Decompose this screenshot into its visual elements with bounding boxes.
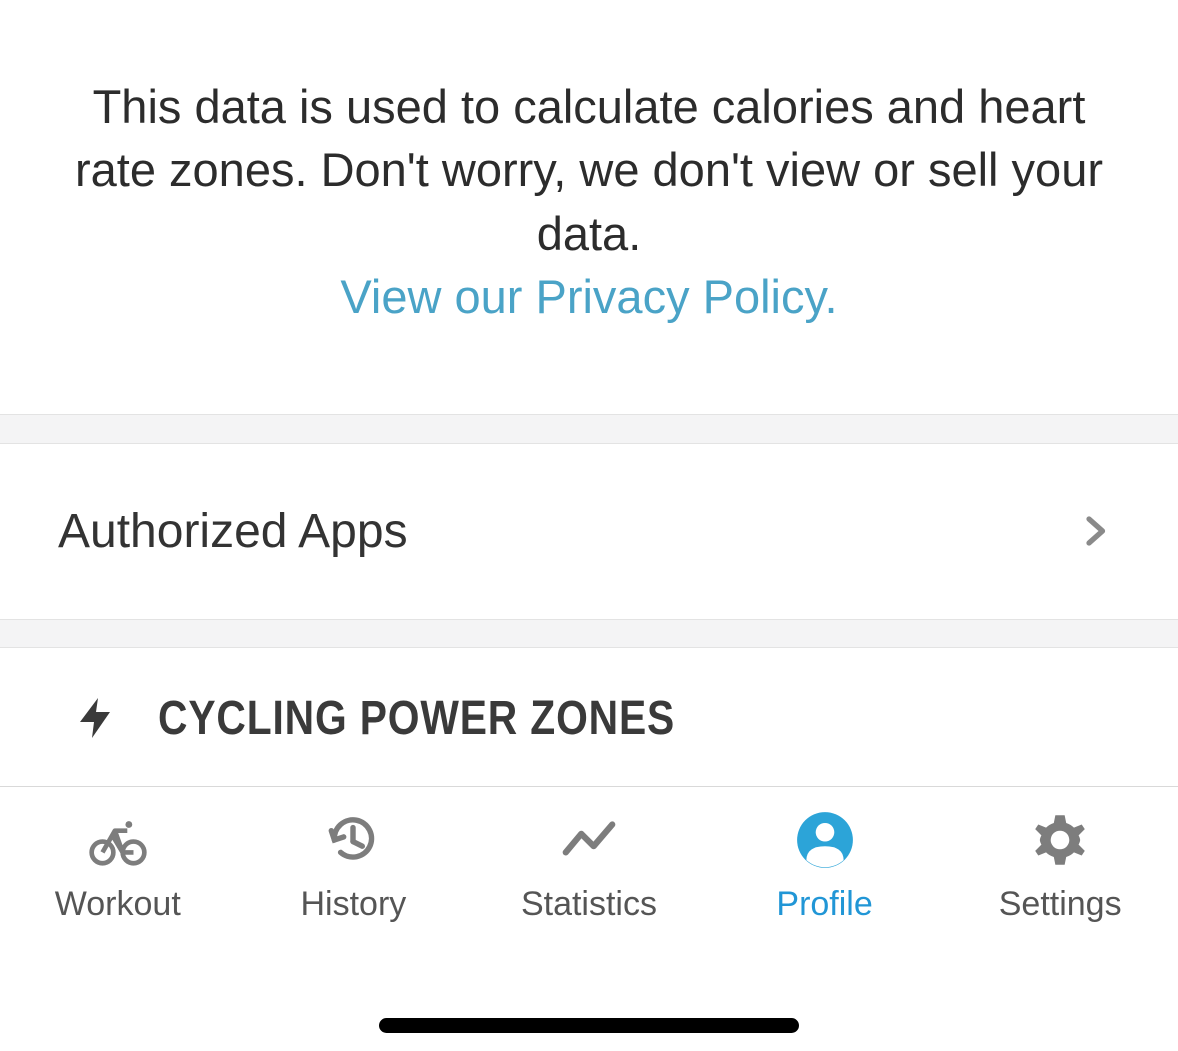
chevron-right-icon (1077, 513, 1113, 549)
lightning-bolt-icon (72, 690, 120, 746)
privacy-info-block: This data is used to calculate calories … (0, 0, 1178, 414)
chart-line-icon (558, 809, 620, 871)
history-icon (322, 809, 384, 871)
tab-bar: Workout History Statistics (0, 786, 1178, 986)
tab-label: Settings (999, 885, 1122, 924)
bike-icon (87, 809, 149, 871)
tab-profile[interactable]: Profile (707, 809, 943, 986)
section-divider (0, 619, 1178, 648)
profile-icon (794, 809, 856, 871)
cycling-power-zones-title: CYCLING POWER ZONES (158, 691, 675, 746)
section-divider (0, 414, 1178, 443)
home-indicator-area (0, 986, 1178, 1051)
authorized-apps-row[interactable]: Authorized Apps (0, 444, 1178, 619)
tab-label: Profile (776, 885, 872, 924)
cycling-power-zones-header: CYCLING POWER ZONES (0, 648, 1178, 786)
privacy-policy-link[interactable]: View our Privacy Policy. (70, 269, 1108, 324)
tab-workout[interactable]: Workout (0, 809, 236, 986)
gear-icon (1029, 809, 1091, 871)
authorized-apps-label: Authorized Apps (58, 504, 408, 559)
tab-settings[interactable]: Settings (942, 809, 1178, 986)
privacy-disclaimer-text: This data is used to calculate calories … (70, 75, 1108, 265)
tab-statistics[interactable]: Statistics (471, 809, 707, 986)
tab-label: Statistics (521, 885, 657, 924)
tab-label: Workout (55, 885, 181, 924)
tab-label: History (300, 885, 406, 924)
tab-history[interactable]: History (236, 809, 472, 986)
home-indicator[interactable] (379, 1018, 799, 1033)
